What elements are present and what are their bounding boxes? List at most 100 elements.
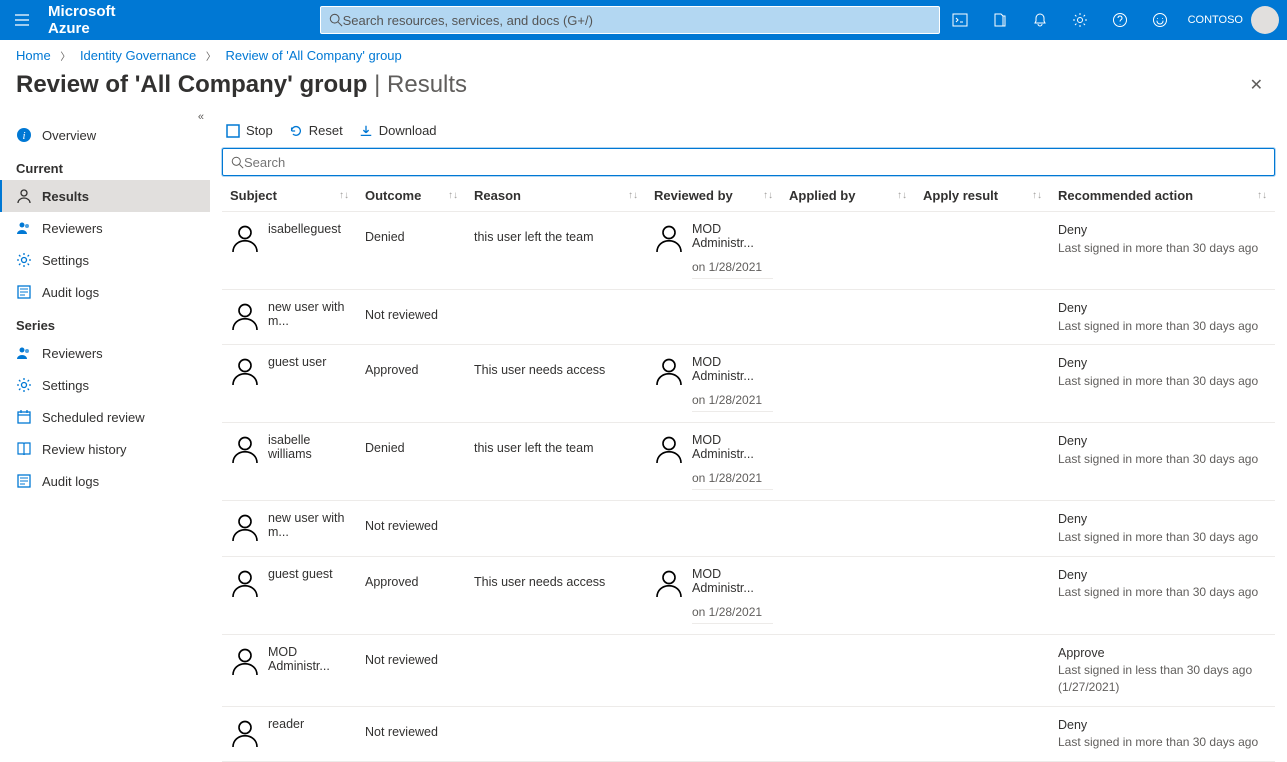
people-icon <box>16 220 32 236</box>
cell-outcome: Denied <box>357 429 466 459</box>
table-row[interactable]: isabelleguestDeniedthis user left the te… <box>222 212 1275 290</box>
sort-icon: ↑↓ <box>628 190 638 201</box>
table-row[interactable]: guest userApprovedThis user needs access… <box>222 345 1275 423</box>
reviewer-date: on 1/28/2021 <box>692 393 773 412</box>
sidebar-item-label: Review history <box>42 442 127 457</box>
collapse-sidebar-icon[interactable]: « <box>198 111 204 123</box>
table-row[interactable]: new user with m...Not reviewedDenyLast s… <box>222 501 1275 556</box>
rec-action: Deny <box>1058 717 1267 735</box>
reset-button[interactable]: Reset <box>289 123 343 138</box>
chevron-right-icon: 〉 <box>206 52 216 63</box>
table-row[interactable]: isabelle williamsDeniedthis user left th… <box>222 423 1275 501</box>
rec-action: Deny <box>1058 222 1267 240</box>
breadcrumb-identity-governance[interactable]: Identity Governance <box>80 48 196 63</box>
cell-apply-result <box>915 429 1050 437</box>
user-avatar[interactable] <box>1251 6 1279 34</box>
sidebar-item-settings[interactable]: Settings <box>0 244 210 276</box>
results-search-input[interactable] <box>244 155 1266 170</box>
column-recommended-action[interactable]: Recommended action↑↓ <box>1050 188 1275 203</box>
log-icon <box>16 473 32 489</box>
rec-action: Deny <box>1058 300 1267 318</box>
help-icon[interactable] <box>1100 0 1140 40</box>
table-row[interactable]: MOD Administr...Not reviewedApproveLast … <box>222 635 1275 707</box>
subject-name: guest user <box>268 355 326 369</box>
stop-button[interactable]: Stop <box>226 123 273 138</box>
cell-reason: This user needs access <box>466 563 646 593</box>
sidebar-item-series-reviewers[interactable]: Reviewers <box>0 337 210 369</box>
cell-reviewed-by <box>646 641 781 649</box>
cloud-shell-icon[interactable] <box>940 0 980 40</box>
sidebar-item-audit-logs[interactable]: Audit logs <box>0 276 210 308</box>
rec-detail: Last signed in more than 30 days ago <box>1058 451 1267 468</box>
rec-detail: Last signed in more than 30 days ago <box>1058 373 1267 390</box>
subject-name: reader <box>268 717 304 731</box>
notifications-icon[interactable] <box>1020 0 1060 40</box>
sidebar-item-series-settings[interactable]: Settings <box>0 369 210 401</box>
cell-reviewed-by <box>646 507 781 515</box>
cell-applied-by <box>781 507 915 515</box>
chevron-right-icon: 〉 <box>60 52 70 63</box>
feedback-icon[interactable] <box>1140 0 1180 40</box>
cell-outcome: Not reviewed <box>357 507 466 537</box>
breadcrumb: Home 〉 Identity Governance 〉 Review of '… <box>0 40 1287 67</box>
sidebar-item-label: Scheduled review <box>42 410 145 425</box>
cell-apply-result <box>915 641 1050 649</box>
download-button[interactable]: Download <box>359 123 437 138</box>
sidebar-item-label: Reviewers <box>42 346 103 361</box>
cell-applied-by <box>781 563 915 571</box>
column-reason[interactable]: Reason↑↓ <box>466 188 646 203</box>
rec-action: Deny <box>1058 355 1267 373</box>
sort-icon: ↑↓ <box>1257 190 1267 201</box>
stop-label: Stop <box>246 123 273 138</box>
sidebar-item-overview[interactable]: i Overview <box>0 119 210 151</box>
tenant-label[interactable]: CONTOSO <box>1180 14 1251 26</box>
table-row[interactable]: new user with m...Not reviewedDenyLast s… <box>222 290 1275 345</box>
breadcrumb-home[interactable]: Home <box>16 48 51 63</box>
reviewer-date: on 1/28/2021 <box>692 605 773 624</box>
cell-subject: guest user <box>222 351 357 389</box>
close-icon[interactable]: ✕ <box>1242 67 1271 103</box>
sidebar-item-reviewers[interactable]: Reviewers <box>0 212 210 244</box>
sidebar-item-label: Audit logs <box>42 285 99 300</box>
cell-applied-by <box>781 641 915 649</box>
sort-icon: ↑↓ <box>339 190 349 201</box>
reviewer-date: on 1/28/2021 <box>692 471 773 490</box>
cell-subject: MOD Administr... <box>222 641 357 679</box>
sidebar-item-results[interactable]: Results <box>0 180 210 212</box>
sidebar-item-label: Results <box>42 189 89 204</box>
brand-label[interactable]: Microsoft Azure <box>44 3 160 37</box>
column-subject[interactable]: Subject↑↓ <box>222 188 357 203</box>
table-row[interactable]: readerNot reviewedDenyLast signed in mor… <box>222 707 1275 762</box>
sidebar-item-series-audit-logs[interactable]: Audit logs <box>0 465 210 497</box>
settings-icon[interactable] <box>1060 0 1100 40</box>
global-search[interactable] <box>320 6 940 34</box>
column-applied-by[interactable]: Applied by↑↓ <box>781 188 915 203</box>
table-row[interactable]: guest guestApprovedThis user needs acces… <box>222 557 1275 635</box>
cell-outcome: Denied <box>357 218 466 248</box>
results-search[interactable] <box>222 148 1275 176</box>
cell-reviewed-by <box>646 713 781 721</box>
page-title-main: Review of 'All Company' group <box>16 71 367 98</box>
cell-apply-result <box>915 563 1050 571</box>
column-apply-result[interactable]: Apply result↑↓ <box>915 188 1050 203</box>
menu-icon[interactable] <box>0 12 44 28</box>
reset-label: Reset <box>309 123 343 138</box>
reviewer-name: MOD Administr... <box>692 222 773 250</box>
directories-icon[interactable] <box>980 0 1020 40</box>
column-outcome[interactable]: Outcome↑↓ <box>357 188 466 203</box>
column-reviewed-by[interactable]: Reviewed by↑↓ <box>646 188 781 203</box>
global-search-input[interactable] <box>343 13 931 28</box>
subject-name: isabelle williams <box>268 433 349 461</box>
cell-apply-result <box>915 713 1050 721</box>
sidebar-item-review-history[interactable]: Review history <box>0 433 210 465</box>
breadcrumb-review[interactable]: Review of 'All Company' group <box>226 48 402 63</box>
cell-reviewed-by: MOD Administr...on 1/28/2021 <box>646 351 781 416</box>
book-icon <box>16 441 32 457</box>
page-title: Review of 'All Company' group | Results <box>16 71 467 99</box>
sidebar-item-label: Settings <box>42 253 89 268</box>
cell-reason <box>466 296 646 312</box>
topbar: Microsoft Azure CONTOSO <box>0 0 1287 40</box>
sidebar-item-scheduled-review[interactable]: Scheduled review <box>0 401 210 433</box>
cell-applied-by <box>781 296 915 304</box>
cell-applied-by <box>781 713 915 721</box>
